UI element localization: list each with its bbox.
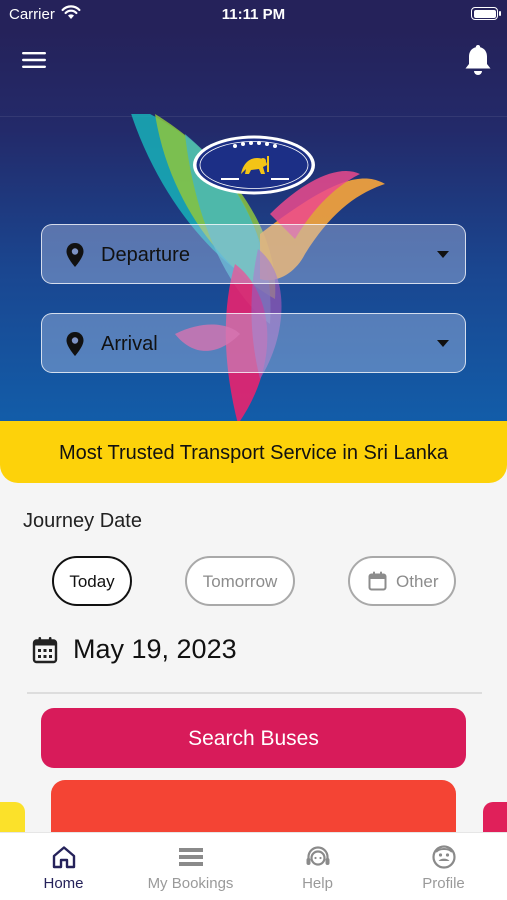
tab-profile-label: Profile [422,875,465,892]
tab-help-label: Help [302,875,333,892]
tab-my-bookings[interactable]: My Bookings [127,833,254,900]
journey-date-label: Journey Date [23,510,142,532]
tomorrow-label: Tomorrow [202,572,278,591]
bookings-icon [178,848,203,866]
status-bar: Carrier 11:11 PM [0,0,507,30]
hamburger-icon[interactable] [22,50,48,70]
tab-profile[interactable]: Profile [380,833,507,900]
selected-date-text: May 19, 2023 [73,634,237,664]
search-buses-button[interactable]: Search Buses [41,708,466,768]
arrival-dropdown[interactable]: Arrival [41,313,466,373]
arrival-label: Arrival [101,333,158,355]
headset-icon [306,846,329,866]
search-buses-label: Search Buses [188,727,319,750]
location-pin-icon [66,243,84,267]
clock: 11:11 PM [221,6,286,23]
today-option[interactable]: Today [52,556,132,606]
tagline-text: Most Trusted Transport Service in Sri La… [58,442,449,464]
chevron-down-icon [437,251,449,258]
divider [27,692,482,694]
tagline-banner: Most Trusted Transport Service in Sri La… [0,421,507,483]
bell-icon[interactable] [463,43,493,77]
calendar-icon [368,571,387,591]
sltb-logo [193,135,315,195]
chevron-down-icon [437,340,449,347]
calendar-icon [32,637,58,664]
location-pin-icon [66,332,84,356]
tab-help[interactable]: Help [254,833,381,900]
tab-home[interactable]: Home [0,833,127,900]
profile-icon [431,845,456,869]
other-date-option[interactable]: Other [348,556,456,606]
battery-icon [471,7,501,20]
other-label: Other [396,572,439,591]
tab-home-label: Home [43,875,84,892]
hero-section: Departure Arrival [0,30,507,430]
today-label: Today [69,572,115,591]
tab-my-bookings-label: My Bookings [147,875,234,892]
departure-label: Departure [101,244,190,266]
tomorrow-option[interactable]: Tomorrow [185,556,295,606]
departure-dropdown[interactable]: Departure [41,224,466,284]
home-icon [52,846,75,869]
bottom-tab-bar: Home My Bookings Help Profile [0,832,507,900]
